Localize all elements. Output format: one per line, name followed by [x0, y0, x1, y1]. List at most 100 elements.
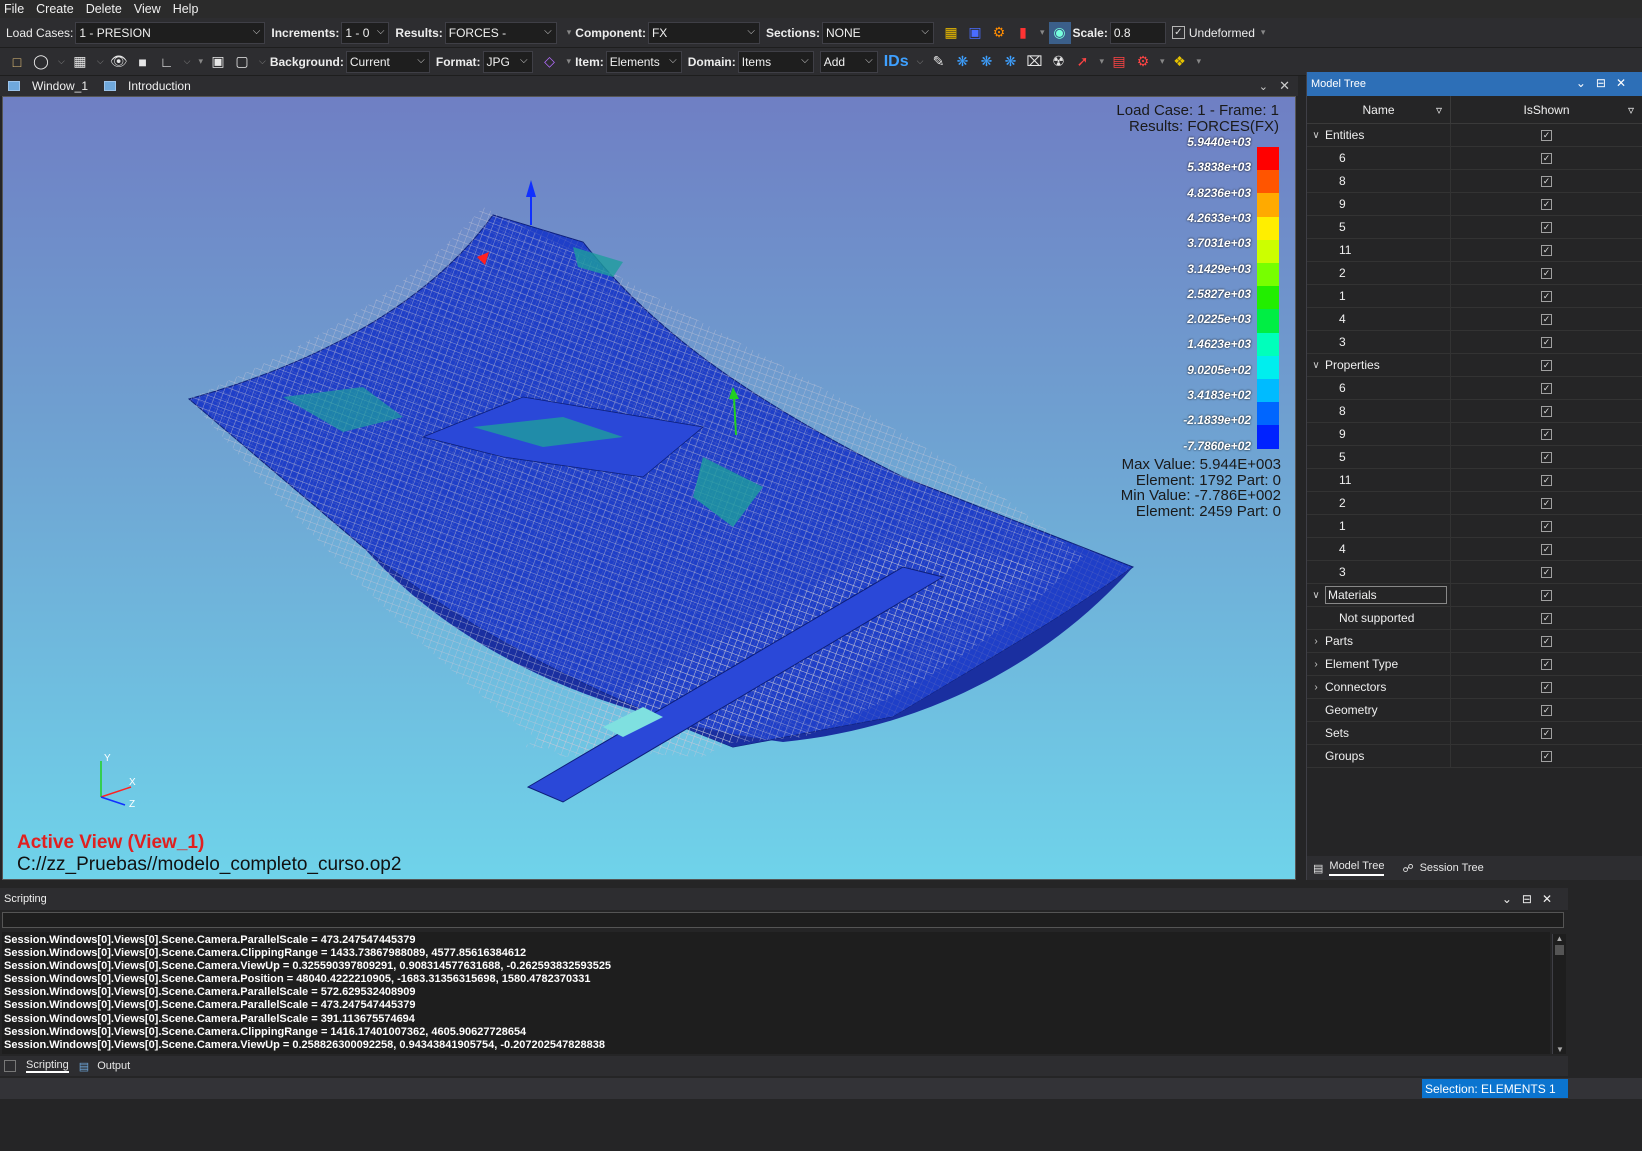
isshown-checkbox[interactable]: ✓: [1541, 704, 1552, 716]
isshown-checkbox[interactable]: ✓: [1541, 658, 1552, 670]
scroll-thumb[interactable]: [1555, 945, 1564, 955]
isshown-checkbox[interactable]: ✓: [1541, 727, 1552, 739]
overflow-icon[interactable]: ▾: [567, 56, 572, 67]
tree-row[interactable]: › Element Type ✓: [1307, 653, 1642, 676]
isshown-checkbox[interactable]: ✓: [1541, 612, 1552, 624]
arrow-icon[interactable]: ➚: [1071, 51, 1093, 73]
filter-icon[interactable]: ▿: [1628, 103, 1634, 117]
undeformed-checkbox[interactable]: ✓: [1171, 26, 1185, 39]
overflow-icon[interactable]: ▾: [1040, 27, 1045, 38]
scroll-down-icon[interactable]: ▼: [1553, 1045, 1567, 1054]
chevron-down-icon[interactable]: ⌄: [1259, 80, 1268, 93]
tree-name-cell[interactable]: › Element Type: [1307, 653, 1451, 675]
pin-icon[interactable]: ⊟: [1596, 76, 1616, 90]
tree-name-cell[interactable]: 6: [1307, 147, 1451, 169]
menu-help[interactable]: Help: [173, 2, 199, 16]
add-mode-select[interactable]: Add ⌵: [819, 50, 878, 73]
sections-select[interactable]: NONE ⌵: [821, 21, 934, 44]
chevron-right-icon[interactable]: ›: [1307, 659, 1325, 670]
isshown-checkbox[interactable]: ✓: [1541, 313, 1552, 325]
tree-row[interactable]: Groups ✓: [1307, 745, 1642, 768]
menu-create[interactable]: Create: [36, 2, 74, 16]
chevron-down-icon[interactable]: ∨: [1307, 590, 1325, 601]
component-select[interactable]: FX ⌵: [647, 21, 760, 44]
tree-name-cell[interactable]: Not supported: [1307, 607, 1451, 629]
isshown-checkbox[interactable]: ✓: [1541, 543, 1552, 555]
screenshot-icon[interactable]: ▣: [207, 51, 229, 73]
tree-row[interactable]: 6 ✓: [1307, 377, 1642, 400]
tree-row[interactable]: Sets ✓: [1307, 722, 1642, 745]
mesh-color-icon[interactable]: ▦: [940, 22, 962, 44]
export-script-icon[interactable]: ◇: [539, 51, 561, 73]
isshown-checkbox[interactable]: ✓: [1541, 382, 1552, 394]
item-select[interactable]: Elements ⌵: [605, 50, 682, 73]
increments-select[interactable]: 1 - 0 ⌵: [341, 21, 390, 44]
chevron-down-icon[interactable]: ⌵: [917, 56, 924, 67]
chevron-right-icon[interactable]: ›: [1307, 682, 1325, 693]
camera-icon[interactable]: ■: [132, 51, 154, 73]
deform-scale-icon[interactable]: ◉: [1048, 21, 1071, 44]
overflow-icon[interactable]: ▾: [1099, 56, 1104, 67]
isshown-checkbox[interactable]: ✓: [1541, 267, 1552, 279]
chevron-down-icon[interactable]: ⌄: [1502, 892, 1522, 906]
filter-icon[interactable]: ▿: [1436, 103, 1442, 117]
tree-row[interactable]: 1 ✓: [1307, 515, 1642, 538]
viewport-3d[interactable]: Load Case: 1 - Frame: 1 Results: FORCES(…: [2, 96, 1296, 880]
tree-row[interactable]: 11 ✓: [1307, 469, 1642, 492]
tree-row[interactable]: ∨ Properties ✓: [1307, 354, 1642, 377]
radiation-icon[interactable]: ☢: [1047, 51, 1069, 73]
isshown-checkbox[interactable]: ✓: [1541, 635, 1552, 647]
tab-output[interactable]: Output: [97, 1060, 130, 1072]
results-select[interactable]: FORCES - ⌵: [444, 21, 557, 44]
tree-name-cell[interactable]: Sets: [1307, 722, 1451, 744]
scroll-up-icon[interactable]: ▲: [1553, 934, 1566, 943]
tree-row[interactable]: 8 ✓: [1307, 400, 1642, 423]
tree-row[interactable]: ∨ Entities ✓: [1307, 124, 1642, 147]
tab-session-tree[interactable]: Session Tree: [1420, 862, 1484, 874]
isshown-checkbox[interactable]: ✓: [1541, 497, 1552, 509]
chevron-down-icon[interactable]: ⌵: [97, 56, 104, 67]
tree-row[interactable]: 9 ✓: [1307, 193, 1642, 216]
isshown-checkbox[interactable]: ✓: [1541, 129, 1552, 141]
fit-view-icon[interactable]: □: [6, 51, 28, 73]
ids-button[interactable]: IDs: [884, 53, 909, 71]
save-icon[interactable]: ▢: [231, 51, 253, 73]
format-select[interactable]: JPG ⌵: [482, 50, 533, 73]
tree-name-cell[interactable]: 2: [1307, 262, 1451, 284]
load-cases-select[interactable]: 1 - PRESION ⌵: [75, 21, 266, 44]
tree-row[interactable]: 4 ✓: [1307, 538, 1642, 561]
tree-name-cell[interactable]: 9: [1307, 423, 1451, 445]
tree-name-cell[interactable]: 4: [1307, 538, 1451, 560]
background-select[interactable]: Current ⌵: [345, 50, 430, 73]
close-icon[interactable]: ✕: [1279, 78, 1290, 94]
tree-name-cell[interactable]: 9: [1307, 193, 1451, 215]
tree-name-cell[interactable]: Groups: [1307, 745, 1451, 767]
mesh-connect-icon[interactable]: ❋: [999, 51, 1021, 73]
chevron-down-icon[interactable]: ⌄: [1576, 76, 1596, 90]
tree-name-cell[interactable]: 8: [1307, 170, 1451, 192]
brush-icon[interactable]: ✎: [927, 51, 949, 73]
isshown-checkbox[interactable]: ✓: [1541, 152, 1552, 164]
render-mode-icon[interactable]: ▦: [69, 51, 91, 73]
overflow-icon[interactable]: ▾: [567, 27, 572, 38]
tab-window-1[interactable]: Window_1: [0, 76, 96, 96]
tree-row[interactable]: 2 ✓: [1307, 262, 1642, 285]
tree-name-cell[interactable]: 3: [1307, 331, 1451, 353]
isshown-column[interactable]: IsShown ▿: [1451, 96, 1642, 123]
tree-row[interactable]: 8 ✓: [1307, 170, 1642, 193]
tree-name-cell[interactable]: › Connectors: [1307, 676, 1451, 698]
overflow-icon[interactable]: ▾: [1197, 56, 1202, 67]
isshown-checkbox[interactable]: ✓: [1541, 589, 1552, 601]
tree-name-cell[interactable]: 11: [1307, 469, 1451, 491]
settings-red-icon[interactable]: ⚙: [1132, 51, 1154, 73]
iso-view-icon[interactable]: ◯: [30, 51, 52, 73]
tree-name-cell[interactable]: 1: [1307, 515, 1451, 537]
isshown-checkbox[interactable]: ✓: [1541, 681, 1552, 693]
tree-name-cell[interactable]: ∨ Materials: [1307, 584, 1451, 606]
tree-name-cell[interactable]: 1: [1307, 285, 1451, 307]
isshown-checkbox[interactable]: ✓: [1541, 244, 1552, 256]
tree-name-cell[interactable]: ∨ Properties: [1307, 354, 1451, 376]
frame-select-icon[interactable]: ⌧: [1023, 51, 1045, 73]
isshown-checkbox[interactable]: ✓: [1541, 566, 1552, 578]
tree-name-cell[interactable]: 5: [1307, 216, 1451, 238]
